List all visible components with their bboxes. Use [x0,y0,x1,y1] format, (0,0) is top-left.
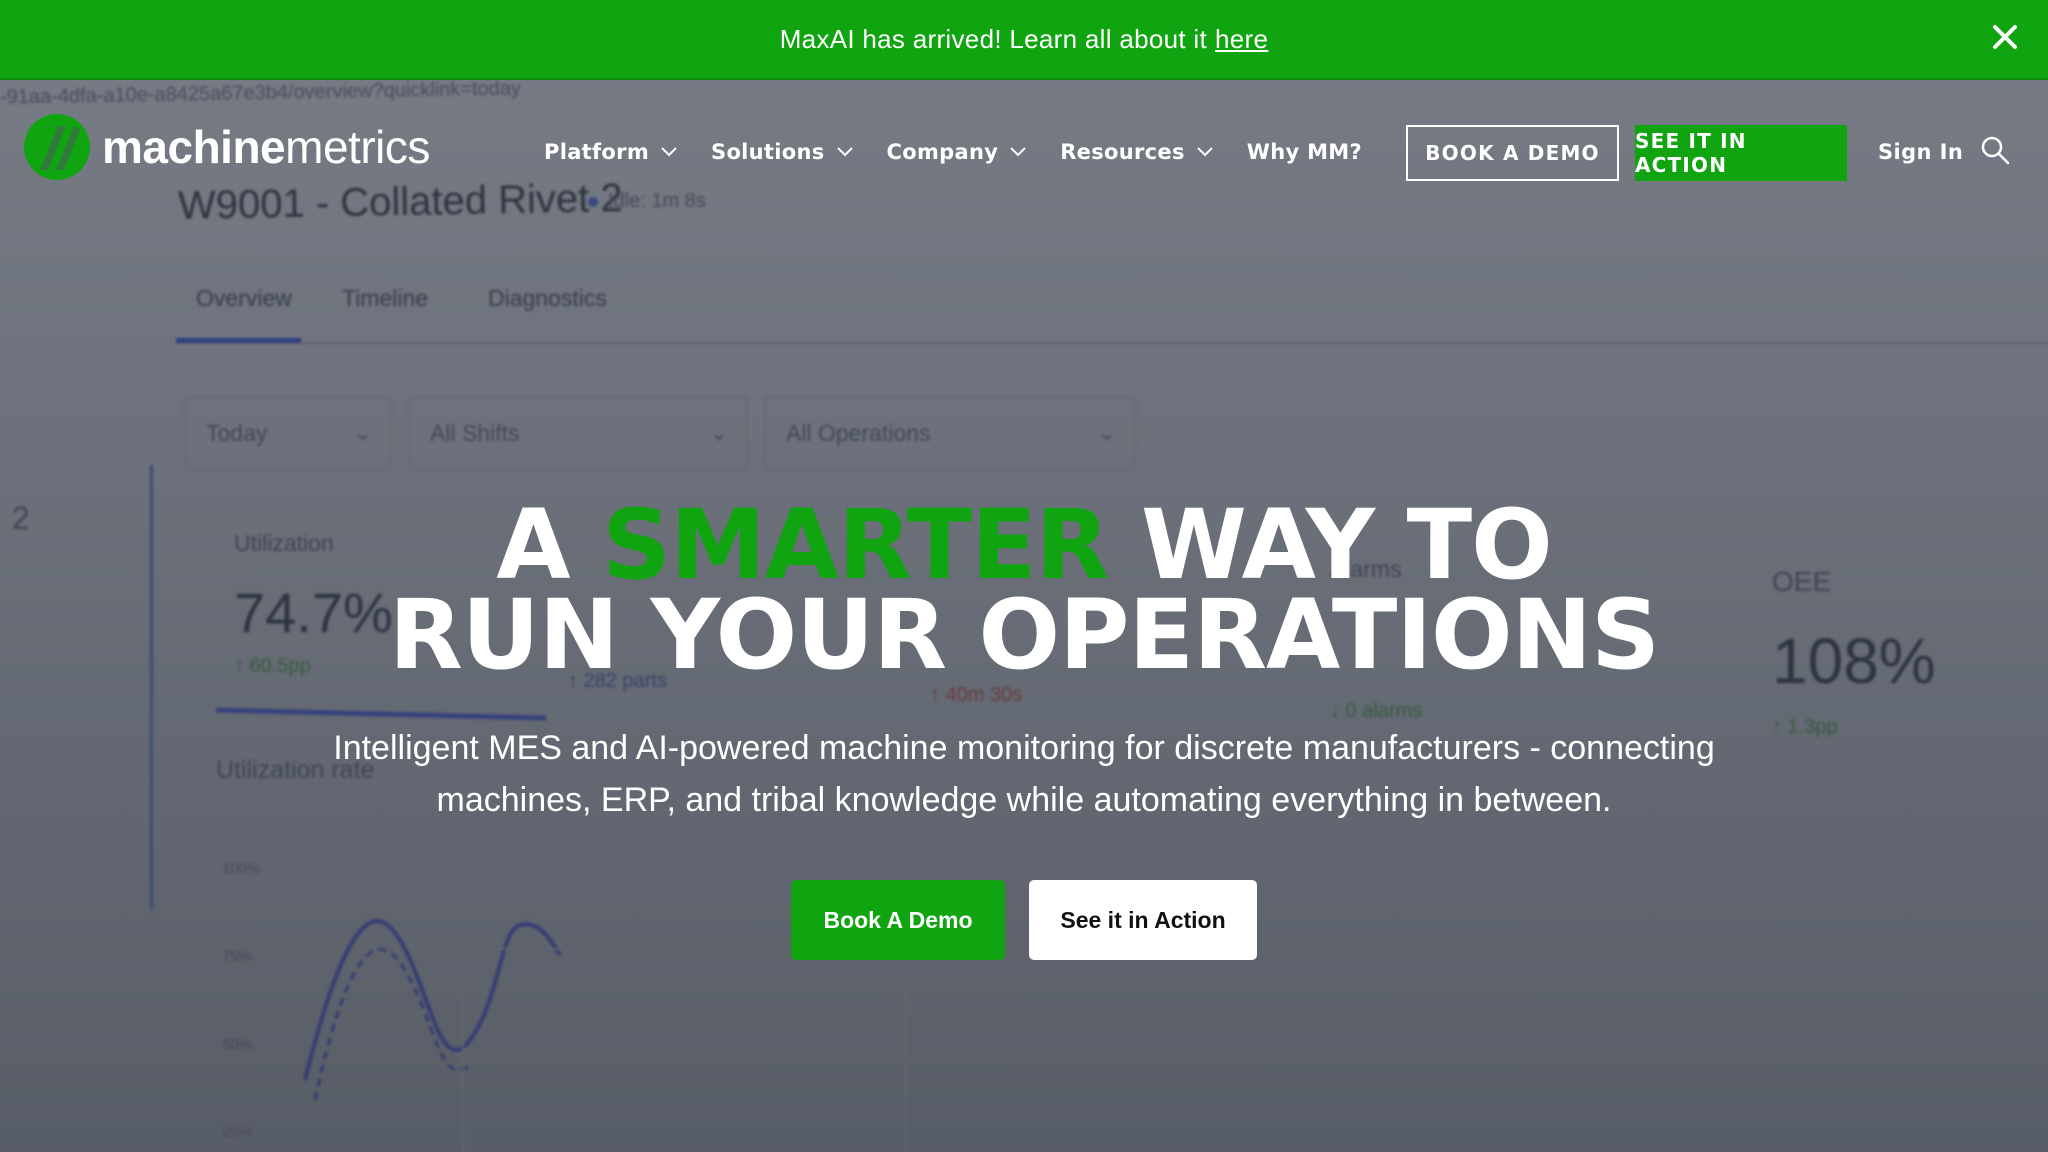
site-header: machinemetrics Platform Solutions Compan… [0,80,2048,230]
nav-label: Why MM? [1246,140,1362,164]
search-icon[interactable] [1980,135,2010,165]
nav-label: Platform [544,140,650,164]
see-in-action-button[interactable]: SEE IT IN ACTION [1635,125,1847,181]
nav-item-resources[interactable]: Resources [1060,140,1213,164]
book-demo-button[interactable]: BOOK A DEMO [1406,125,1619,181]
logo[interactable]: machinemetrics [22,112,430,182]
logo-text-bold: machine [102,121,286,173]
hero-subtext: Intelligent MES and AI-powered machine m… [333,729,1715,819]
announcement-link[interactable]: here [1215,24,1268,55]
see-it-in-action-button[interactable]: See it in Action [1029,880,1257,960]
nav-item-why-mm[interactable]: Why MM? [1247,140,1362,164]
nav-label: Company [886,140,999,164]
headline-line-1: A SMARTER WAY TO [0,497,2048,593]
main-nav: Platform Solutions Company Resources Why… [544,140,1396,164]
nav-item-company[interactable]: Company [887,140,1027,164]
chevron-down-icon [1197,147,1213,157]
announcement-text: MaxAI has arrived! Learn all about it [779,23,1208,54]
sign-in-link[interactable]: Sign In [1878,140,1963,164]
logo-text-light: metrics [285,121,430,173]
hero-headline: A SMARTER WAY TO RUN YOUR OPERATIONS [0,497,2048,691]
book-a-demo-button[interactable]: Book A Demo [791,880,1005,960]
hero-cta-row: Book A Demo See it in Action [0,880,2048,960]
chevron-down-icon [661,147,677,157]
announcement-bar: MaxAI has arrived! Learn all about it he… [0,0,2048,80]
chevron-down-icon [1010,147,1026,157]
machinemetrics-logo-icon [24,114,90,180]
logo-text: machinemetrics [102,120,430,174]
nav-label: Resources [1060,140,1185,164]
headline-line-2: RUN YOUR OPERATIONS [388,579,1660,691]
nav-item-platform[interactable]: Platform [544,140,677,164]
nav-label: Solutions [711,140,825,164]
chevron-down-icon [836,147,853,157]
nav-item-solutions[interactable]: Solutions [711,140,853,164]
close-icon[interactable] [1990,22,2020,52]
